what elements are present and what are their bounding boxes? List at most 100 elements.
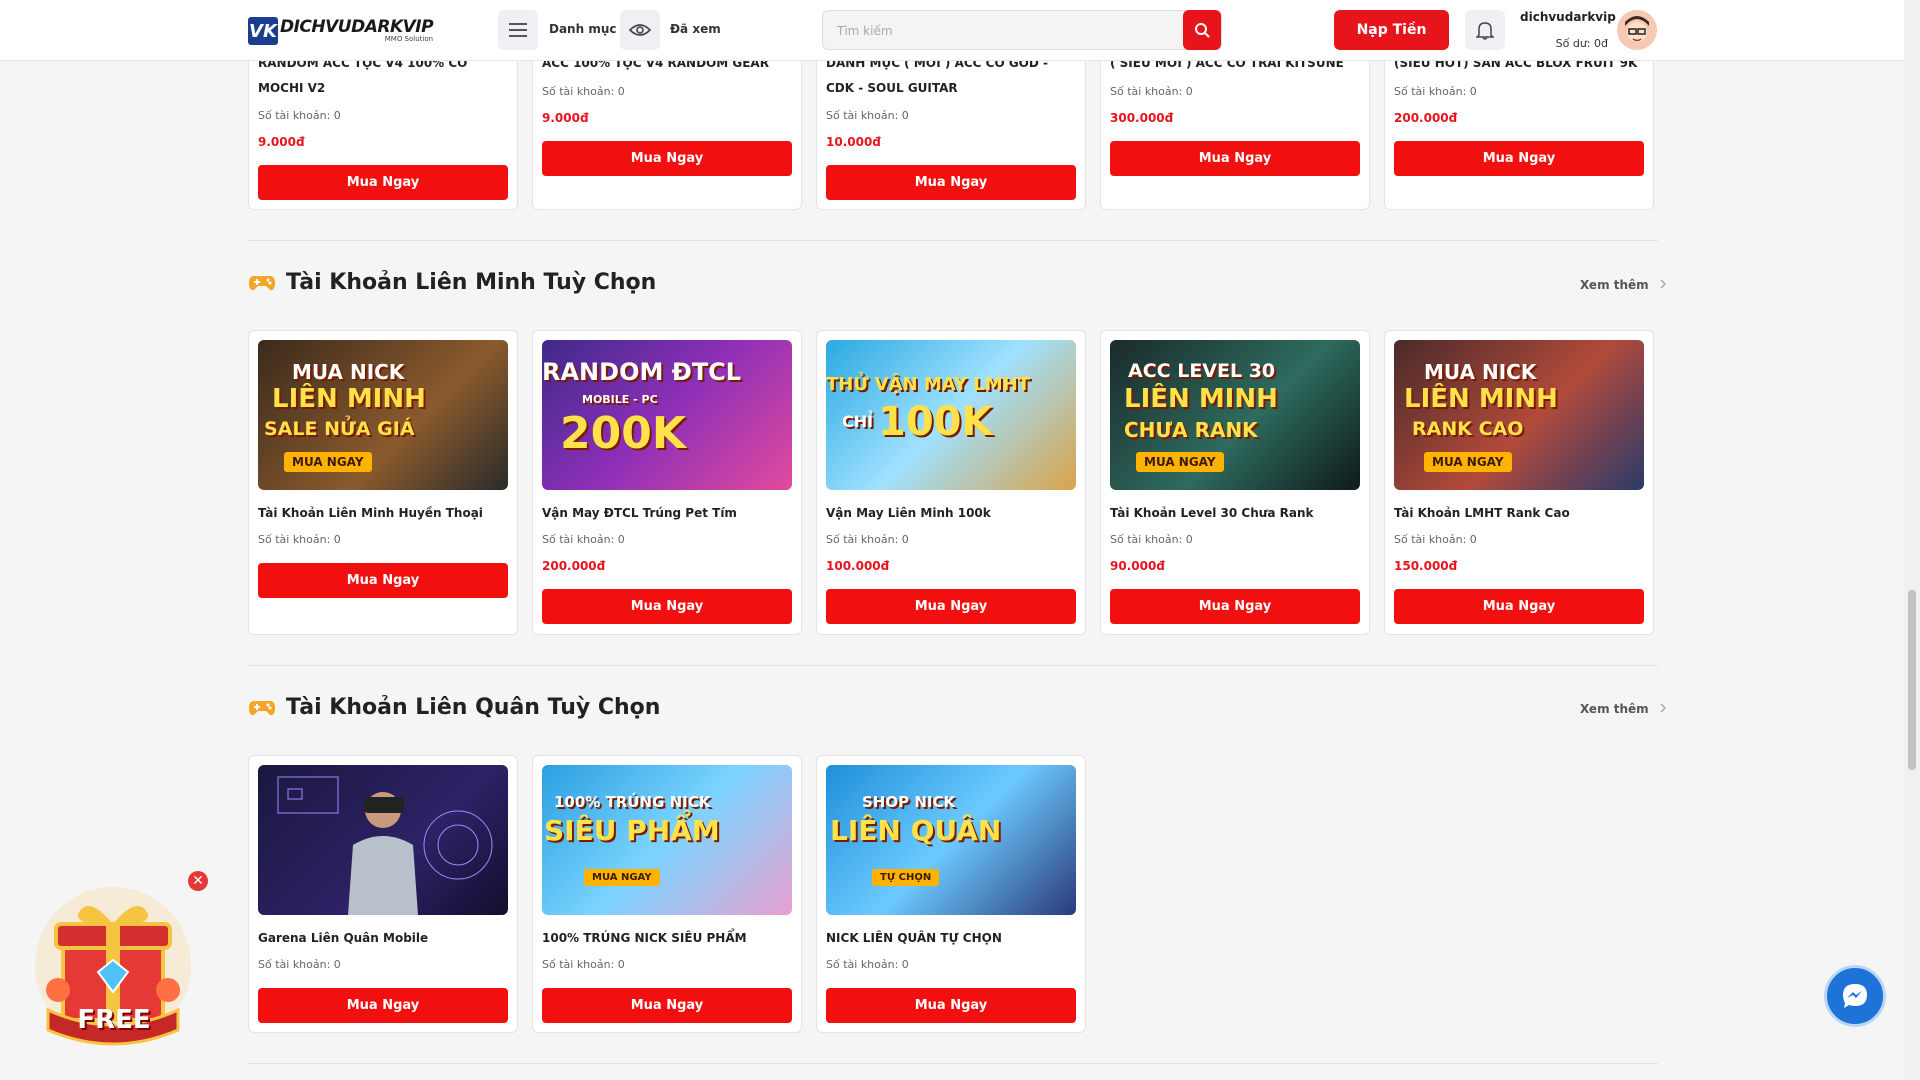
buy-button[interactable]: Mua Ngay bbox=[542, 141, 792, 176]
chevron-right-icon bbox=[1660, 279, 1666, 289]
buy-button[interactable]: Mua Ngay bbox=[1110, 141, 1360, 176]
banner-line: SHOP NICK bbox=[862, 793, 956, 811]
menu-button[interactable] bbox=[498, 10, 538, 50]
product-thumbnail[interactable]: MUA NICK LIÊN MINH RANK CAO MUA NGAY bbox=[1394, 340, 1644, 490]
product-card[interactable]: 100% TRÚNG NICK SIÊU PHẨM MUA NGAY 100% … bbox=[532, 755, 802, 1033]
buy-button[interactable]: Mua Ngay bbox=[826, 589, 1076, 624]
product-card[interactable]: RANDOM ACC TỘC V4 100% CÓ MOCHI V2 Số tà… bbox=[248, 40, 518, 210]
site-logo[interactable]: VK DICHVUDARKVIP MMO Solution bbox=[248, 14, 434, 48]
product-title[interactable]: Vận May Liên Minh 100k bbox=[826, 501, 1078, 526]
gamepad-icon bbox=[249, 700, 275, 715]
buy-button[interactable]: Mua Ngay bbox=[258, 165, 508, 200]
product-price: 150.000đ bbox=[1394, 559, 1458, 573]
seen-label[interactable]: Đã xem bbox=[670, 22, 721, 36]
product-thumbnail[interactable]: SHOP NICK LIÊN QUÂN TỰ CHỌN bbox=[826, 765, 1076, 915]
banner-line: SIÊU PHẨM bbox=[544, 814, 720, 847]
username[interactable]: dichvudarkvip bbox=[1520, 10, 1616, 24]
product-count: Số tài khoản: 0 bbox=[826, 109, 909, 122]
product-thumbnail[interactable]: 100% TRÚNG NICK SIÊU PHẨM MUA NGAY bbox=[542, 765, 792, 915]
banner-chip: MUA NGAY bbox=[1136, 452, 1224, 472]
search-button[interactable] bbox=[1183, 10, 1221, 50]
product-card[interactable]: (SIÊU HOT) SĂN ACC BLOX FRUIT 9K Số tài … bbox=[1384, 40, 1654, 210]
product-card[interactable]: THỬ VẬN MAY LMHT CHỈ 100K Vận May Liên M… bbox=[816, 330, 1086, 635]
product-card[interactable]: ( SIÊU MỚI ) ACC CÓ TRÁI KITSUNE Số tài … bbox=[1100, 40, 1370, 210]
product-count: Số tài khoản: 0 bbox=[542, 85, 625, 98]
product-card[interactable]: ACC 100% TỘC V4 RANDOM GEAR Số tài khoản… bbox=[532, 40, 802, 210]
product-price: 9.000đ bbox=[258, 135, 305, 149]
product-title[interactable]: Tài Khoản LMHT Rank Cao bbox=[1394, 501, 1646, 526]
logo-subtitle: MMO Solution bbox=[384, 35, 434, 43]
product-card[interactable]: MUA NICK LIÊN MINH RANK CAO MUA NGAY Tài… bbox=[1384, 330, 1654, 635]
product-card[interactable]: MUA NICK LIÊN MINH SALE NỬA GIÁ MUA NGAY… bbox=[248, 330, 518, 635]
seen-button[interactable] bbox=[620, 10, 660, 50]
product-card[interactable]: DANH MỤC ( MỚI ) ACC CÓ GOD - CDK - SOUL… bbox=[816, 40, 1086, 210]
section-title: Tài Khoản Liên Minh Tuỳ Chọn bbox=[248, 270, 656, 295]
section-title-text: Tài Khoản Liên Quân Tuỳ Chọn bbox=[286, 695, 661, 720]
product-price: 200.000đ bbox=[542, 559, 606, 573]
banner-line: LIÊN QUÂN bbox=[830, 814, 1002, 847]
banner-line: MUA NICK bbox=[292, 360, 405, 384]
menu-icon bbox=[509, 23, 527, 37]
product-title[interactable]: Vận May ĐTCL Trúng Pet Tím bbox=[542, 501, 794, 526]
banner-line: 100K bbox=[878, 399, 993, 445]
banner-line: CHƯA RANK bbox=[1124, 418, 1258, 442]
product-card[interactable]: Garena Liên Quân Mobile Số tài khoản: 0 … bbox=[248, 755, 518, 1033]
buy-button[interactable]: Mua Ngay bbox=[542, 589, 792, 624]
buy-button[interactable]: Mua Ngay bbox=[542, 988, 792, 1023]
buy-button[interactable]: Mua Ngay bbox=[258, 563, 508, 598]
chevron-right-icon bbox=[1660, 703, 1666, 713]
banner-line: SALE NỬA GIÁ bbox=[264, 418, 415, 440]
product-card[interactable]: SHOP NICK LIÊN QUÂN TỰ CHỌN NICK LIÊN QU… bbox=[816, 755, 1086, 1033]
banner-line: 100% TRÚNG NICK bbox=[554, 793, 711, 811]
banner-line: MOBILE - PC bbox=[582, 393, 658, 406]
product-thumbnail[interactable] bbox=[258, 765, 508, 915]
product-thumbnail[interactable]: ACC LEVEL 30 LIÊN MINH CHƯA RANK MUA NGA… bbox=[1110, 340, 1360, 490]
banner-line: 200K bbox=[560, 408, 686, 459]
section-divider bbox=[248, 665, 1658, 666]
view-more-label: Xem thêm bbox=[1580, 278, 1649, 292]
section-title: Tài Khoản Liên Quân Tuỳ Chọn bbox=[248, 695, 660, 720]
product-thumbnail[interactable]: THỬ VẬN MAY LMHT CHỈ 100K bbox=[826, 340, 1076, 490]
scrollbar-thumb[interactable] bbox=[1908, 590, 1916, 770]
product-thumbnail[interactable]: MUA NICK LIÊN MINH SALE NỬA GIÁ MUA NGAY bbox=[258, 340, 508, 490]
product-price: 300.000đ bbox=[1110, 111, 1174, 125]
messenger-button[interactable] bbox=[1824, 965, 1886, 1027]
buy-button[interactable]: Mua Ngay bbox=[258, 988, 508, 1023]
bell-icon bbox=[1476, 22, 1494, 40]
product-count: Số tài khoản: 0 bbox=[1110, 533, 1193, 546]
gift-close-button[interactable]: ✕ bbox=[188, 871, 208, 891]
avatar-icon bbox=[1617, 10, 1657, 50]
product-price: 90.000đ bbox=[1110, 559, 1165, 573]
topup-button[interactable]: Nạp Tiền bbox=[1334, 10, 1449, 50]
buy-button[interactable]: Mua Ngay bbox=[826, 988, 1076, 1023]
buy-button[interactable]: Mua Ngay bbox=[1394, 141, 1644, 176]
search-input[interactable] bbox=[823, 11, 1179, 51]
product-title[interactable]: Garena Liên Quân Mobile bbox=[258, 926, 510, 951]
search-icon bbox=[1195, 23, 1210, 38]
gift-popup[interactable]: FREE bbox=[28, 880, 198, 1050]
view-more-link[interactable]: Xem thêm bbox=[1580, 278, 1667, 292]
view-more-link[interactable]: Xem thêm bbox=[1580, 702, 1667, 716]
page-scrollbar[interactable] bbox=[1904, 0, 1920, 1080]
notification-button[interactable] bbox=[1465, 10, 1505, 50]
buy-button[interactable]: Mua Ngay bbox=[826, 165, 1076, 200]
product-count: Số tài khoản: 0 bbox=[258, 958, 341, 971]
vr-illustration bbox=[277, 776, 493, 915]
product-card[interactable]: RANDOM ĐTCL MOBILE - PC 200K Vận May ĐTC… bbox=[532, 330, 802, 635]
product-title[interactable]: Tài Khoản Liên Minh Huyền Thoại bbox=[258, 501, 510, 526]
product-thumbnail[interactable]: RANDOM ĐTCL MOBILE - PC 200K bbox=[542, 340, 792, 490]
menu-label[interactable]: Danh mục bbox=[549, 22, 616, 36]
buy-button[interactable]: Mua Ngay bbox=[1394, 589, 1644, 624]
avatar[interactable] bbox=[1617, 10, 1657, 50]
banner-line: LIÊN MINH bbox=[1124, 384, 1278, 414]
product-title[interactable]: Tài Khoản Level 30 Chưa Rank bbox=[1110, 501, 1362, 526]
product-title[interactable]: NICK LIÊN QUÂN TỰ CHỌN bbox=[826, 926, 1078, 951]
product-card[interactable]: ACC LEVEL 30 LIÊN MINH CHƯA RANK MUA NGA… bbox=[1100, 330, 1370, 635]
product-title[interactable]: 100% TRÚNG NICK SIÊU PHẨM bbox=[542, 926, 794, 951]
banner-chip: TỰ CHỌN bbox=[872, 869, 940, 886]
gift-label: FREE bbox=[77, 1005, 151, 1035]
banner-line: ACC LEVEL 30 bbox=[1128, 360, 1276, 382]
product-price: 200.000đ bbox=[1394, 111, 1458, 125]
product-count: Số tài khoản: 0 bbox=[826, 958, 909, 971]
buy-button[interactable]: Mua Ngay bbox=[1110, 589, 1360, 624]
